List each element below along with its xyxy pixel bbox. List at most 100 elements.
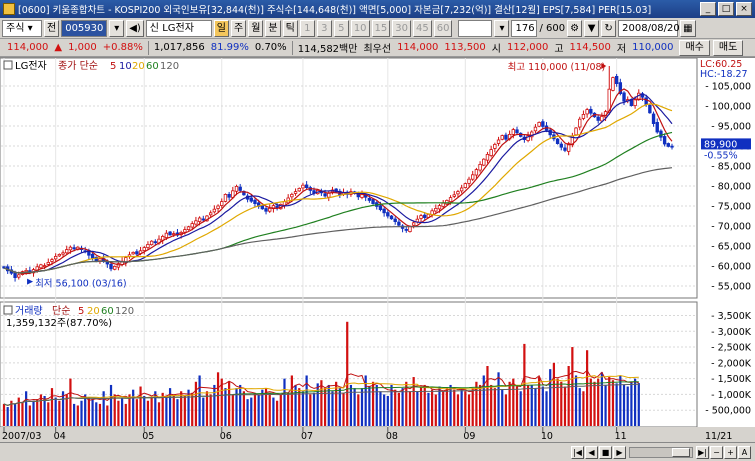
volume-bar [445,388,448,426]
minute-3-button[interactable]: 3 [316,19,332,37]
volume-bar [146,400,150,426]
ma20-label: 20 [132,61,145,72]
settings-icon[interactable]: ⚙ [567,19,583,37]
candle-body [585,109,589,115]
candle-body [485,154,490,161]
title-bar: [0600] 키움종합차트 - KOSPI200 외국인보유[32,844(천)… [0,0,755,18]
ma60-label: 60 [146,61,159,72]
volume-tick-label: - 3,500K [711,311,752,322]
volume-bar [213,384,216,426]
code-input[interactable]: 005930 [61,19,108,37]
volume-legend-checkbox[interactable] [3,305,13,315]
date-input[interactable]: 2008/08/20 [618,19,680,37]
volume-bar [50,388,54,426]
last-change-label: -0.55% [704,150,738,161]
candle-body [574,127,578,136]
zoom-in-button[interactable]: + [724,445,737,459]
volume-bar [600,372,603,426]
buy-button[interactable]: 매수 [679,39,710,56]
speaker-icon[interactable]: ◀) [126,19,144,37]
volume-bar [180,391,183,426]
period-minute-button[interactable]: 분 [265,19,281,37]
candle-body [493,144,497,149]
volume-bar [431,389,434,426]
price-tick-label: - 95,000 [711,122,751,133]
minimize-button[interactable]: _ [700,2,716,16]
volume-bar [434,394,437,426]
candle-body [600,116,604,122]
refresh-icon[interactable]: ↻ [601,19,617,37]
volume-bar [456,394,460,426]
minute-30-button[interactable]: 30 [392,19,412,37]
volume-bar [28,405,31,426]
candle-body [511,129,515,135]
maximize-button[interactable]: □ [718,2,734,16]
volume-bar [508,381,511,426]
pin-icon[interactable]: ▼ [584,19,600,37]
candle-body [404,228,408,231]
sell-button[interactable]: 매도 [712,39,744,56]
minute-10-button[interactable]: 10 [350,19,370,37]
minute-45-button[interactable]: 45 [413,19,432,37]
count-input[interactable]: 176 [511,19,538,37]
candle-body [423,214,427,218]
volume-bar [493,388,496,426]
period-weekly-button[interactable]: 주 [231,19,247,37]
candle-body [164,232,169,238]
stock-name-tag: 신 [149,22,159,34]
search-button[interactable]: 전 [44,19,60,37]
x-axis-right-label: 11/21 [705,431,732,442]
chart-svg[interactable]: 2007/03 04 05 06 07 08 09 10 11 - 105,000 - 100,0… [0,57,755,443]
volume-bar [6,407,9,426]
calendar-icon[interactable]: ▦ [680,19,696,37]
candle-body [434,207,438,212]
dropdown-chevron-icon[interactable]: ▾ [109,19,125,37]
minute-15-button[interactable]: 15 [371,19,391,37]
vol-ma120-label: 120 [115,306,134,317]
volume-bar [504,394,508,426]
change-amount: 1,000 [68,42,97,53]
minute-custom-field[interactable] [458,19,493,37]
price-legend-checkbox[interactable] [3,60,13,70]
scroll-next-icon[interactable]: ▶ [613,445,626,459]
candle-body [264,208,268,212]
candle-body [393,218,397,222]
candle-body [644,97,648,105]
minute-custom-chevron-icon[interactable]: ▾ [494,19,510,37]
period-tick-button[interactable]: 틱 [282,19,298,37]
candle-body [50,259,54,262]
zoom-all-button[interactable]: A [738,445,751,459]
candle-body [452,194,456,197]
scroll-stop-icon[interactable]: ■ [599,445,612,459]
scroll-first-icon[interactable]: |◀ [571,445,584,459]
minute-60-button[interactable]: 60 [433,19,453,37]
volume-bar [541,386,544,426]
period-daily-button[interactable]: 일 [213,19,229,37]
scrollbar-thumb[interactable] [672,447,690,457]
volume-bar [106,405,109,426]
zoom-out-button[interactable]: − [710,445,723,459]
chart-area[interactable]: 2007/03 04 05 06 07 08 09 10 11 - 105,000 - 100,0… [0,57,755,443]
minute-5-button[interactable]: 5 [333,19,349,37]
stock-name-field[interactable]: 신 LG전자 [145,19,212,37]
volume-bar [630,381,633,426]
volume-tick-label: - 500,000 [705,406,751,417]
candle-body [253,199,257,205]
candle-body [297,187,301,192]
volume-bar [202,397,205,426]
candle-body [367,197,372,201]
scroll-prev-icon[interactable]: ◀ [585,445,598,459]
scroll-last-icon[interactable]: ▶| [696,445,709,459]
close-button[interactable]: × [736,2,752,16]
market-select[interactable]: 주식 ▾ [2,19,42,37]
candle-body [670,145,674,148]
scrollbar-track[interactable] [629,446,693,458]
candle-body [190,223,194,228]
period-monthly-button[interactable]: 월 [248,19,264,37]
candle-body [234,185,239,192]
candle-body [61,252,65,255]
candle-body [559,143,563,148]
volume-bar [250,397,253,426]
market-select-value: 주식 [6,22,25,34]
minute-1-button[interactable]: 1 [299,19,315,37]
